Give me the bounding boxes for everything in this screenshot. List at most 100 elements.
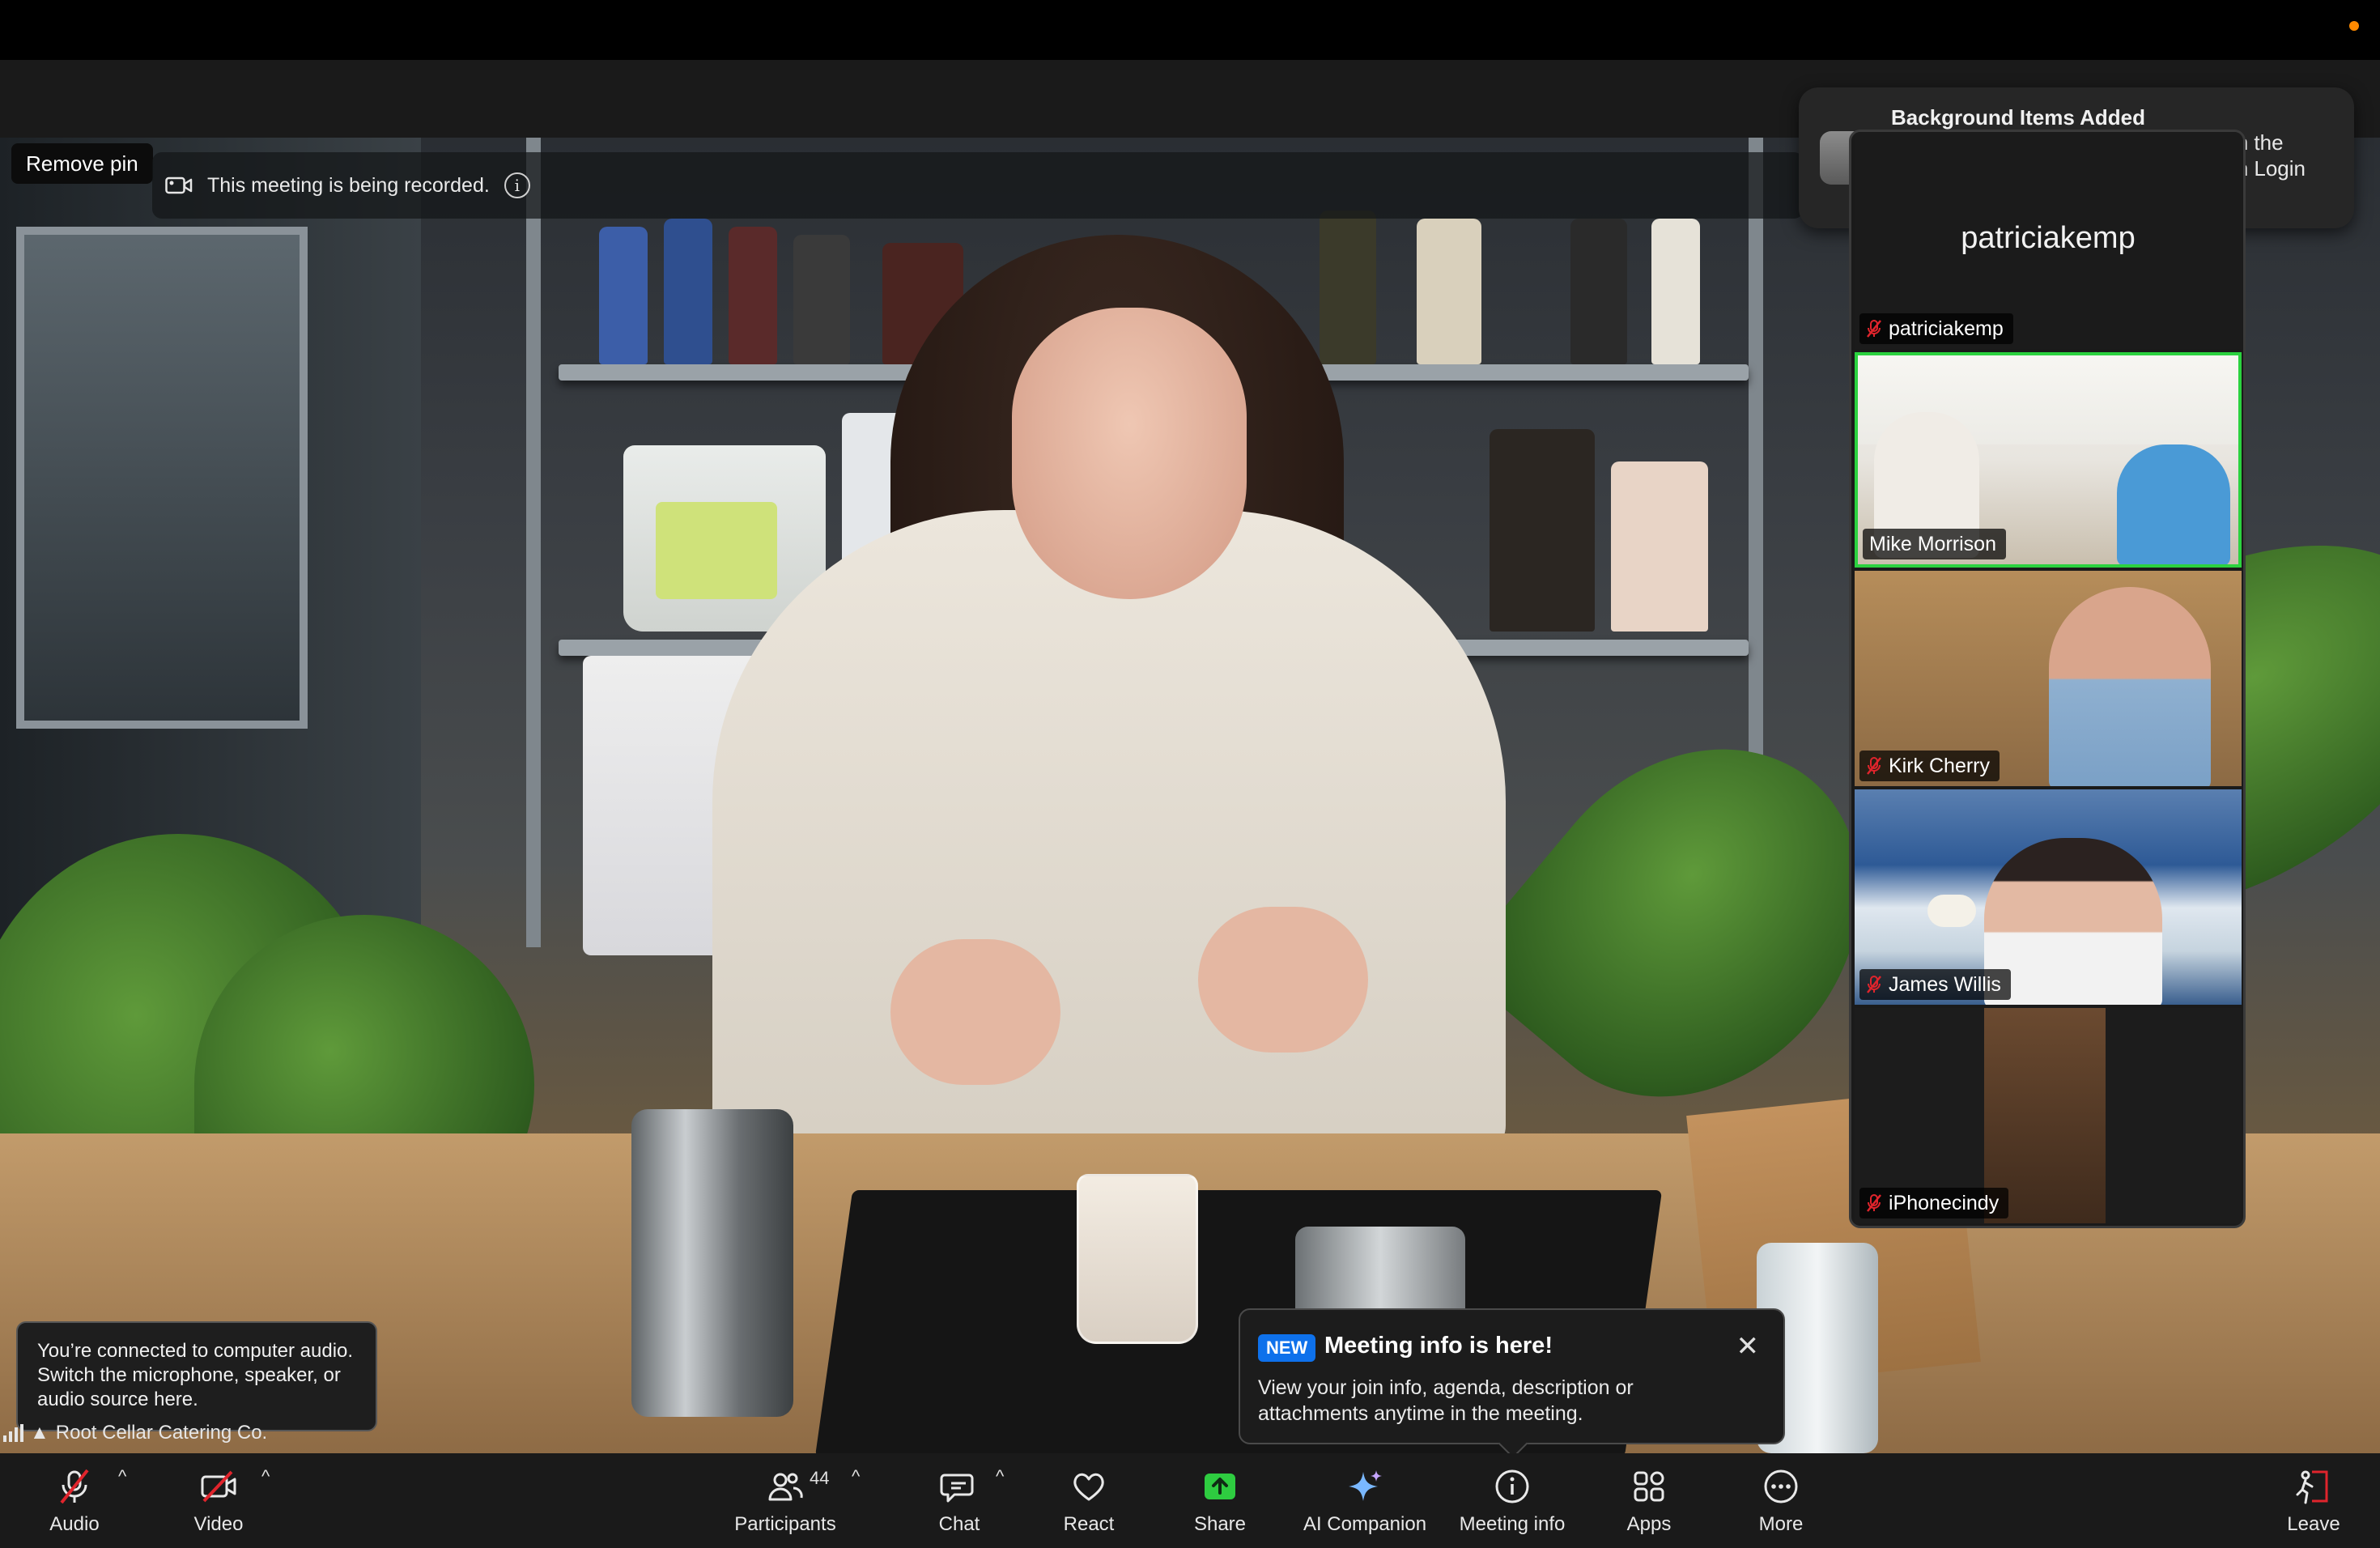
bottle [1651,219,1700,364]
close-icon[interactable]: ✕ [1736,1333,1760,1360]
chat-icon [939,1466,980,1507]
recording-text: This meeting is being recorded. [207,173,490,197]
participant-person [2117,444,2230,564]
presenter-hand [890,939,1060,1085]
react-button[interactable]: React [1044,1453,1133,1548]
participant-name: iPhonecindy [1889,1191,2000,1214]
audio-tooltip-text: You’re connected to computer audio. Swit… [37,1340,354,1410]
microphone-muted-icon [1867,757,1881,775]
video-label: Video [193,1512,244,1535]
zoom-meeting-window: Remove pin This meeting is being recorde… [0,0,2380,1548]
bottle [1417,219,1481,364]
more-label: More [1758,1512,1804,1535]
video-options-chevron-icon[interactable]: ^ [261,1466,270,1487]
organizer-label: ▲ Root Cellar Catering Co. [3,1422,267,1444]
meeting-toolbar: Audio ^ Video ^ Participants 44 ^ Chat ^ [0,1453,2380,1548]
presenter-face [1012,308,1247,599]
leave-icon [2293,1466,2334,1507]
heart-icon [1069,1466,1109,1507]
meeting-info-button[interactable]: Meeting info [1449,1453,1575,1548]
cocktail-shaker [631,1109,793,1417]
video-button[interactable]: Video [176,1453,261,1548]
notification-title: Background Items Added [1891,105,2145,130]
meeting-info-label: Meeting info [1459,1512,1566,1535]
participant-tile-kirk-cherry[interactable]: Kirk Cherry [1855,571,2242,786]
participant-tile-patriciakemp[interactable]: patriciakemp patriciakemp [1855,132,2242,349]
ai-companion-label: AI Companion [1303,1512,1427,1535]
participant-tile-james-willis[interactable]: James Willis [1855,789,2242,1005]
sparkle-icon [1345,1466,1385,1507]
popover-body: View your join info, agenda, description… [1258,1376,1634,1425]
microphone-muted-icon [1867,320,1881,338]
chat-button[interactable]: Chat [915,1453,1004,1548]
bottle [793,235,850,364]
participant-name: patriciakemp [1889,317,2004,340]
chat-options-chevron-icon[interactable]: ^ [996,1466,1004,1487]
share-label: Share [1193,1512,1247,1535]
cocktail-glass [1077,1174,1198,1344]
bottle [1320,211,1376,364]
remove-pin-button[interactable]: Remove pin [11,143,153,184]
jar [1611,461,1708,632]
ai-companion-button[interactable]: AI Companion [1294,1453,1436,1548]
recording-camera-icon [165,176,193,195]
new-badge: NEW [1258,1334,1316,1362]
presenter-body [712,510,1506,1158]
share-screen-icon [1200,1466,1240,1507]
title-bar [0,0,2380,60]
participant-tile-iphonecindy[interactable]: iPhonecindy [1855,1008,2242,1223]
audio-label: Audio [49,1512,100,1535]
leave-button[interactable]: Leave [2272,1453,2356,1548]
participant-tile-mike-morrison[interactable]: Mike Morrison [1855,352,2242,568]
presenter-hand [1198,907,1368,1053]
jug [1490,429,1595,632]
apps-label: Apps [1626,1512,1672,1535]
participants-count: 44 [810,1468,830,1488]
meeting-info-popover: NEW Meeting info is here! View your join… [1239,1308,1785,1459]
bottle [1570,219,1627,364]
chat-label: Chat [938,1512,980,1535]
participant-name-tag: Kirk Cherry [1859,751,2000,781]
participant-name-tag: iPhonecindy [1859,1188,2009,1218]
info-icon [1492,1466,1532,1507]
pin-icon: ▲ [30,1422,49,1444]
audio-options-chevron-icon[interactable]: ^ [118,1466,126,1487]
microphone-muted-icon [1867,976,1881,993]
audio-connected-tooltip: You’re connected to computer audio. Swit… [16,1321,377,1431]
apps-button[interactable]: Apps [1607,1453,1691,1548]
participant-name-tag: patriciakemp [1859,313,2013,344]
participants-icon [765,1466,805,1507]
more-button[interactable]: More [1739,1453,1823,1548]
microphone-muted-icon [1867,1194,1881,1212]
react-label: React [1063,1512,1115,1535]
participants-options-chevron-icon[interactable]: ^ [852,1466,860,1487]
signal-strength-icon [3,1424,23,1442]
bottle [664,219,712,364]
participant-name: Kirk Cherry [1889,754,1991,777]
video-background-window [16,227,308,729]
participant-name-tag: James Willis [1859,969,2011,1000]
leave-label: Leave [2287,1512,2340,1535]
recording-indicator-bar: This meeting is being recorded. i [152,152,1804,219]
shelf-post [526,138,541,947]
status-dot-icon [2349,21,2359,31]
participant-gallery-panel[interactable]: patriciakemp patriciakemp Mike Morrison … [1849,130,2246,1228]
participant-name: James Willis [1889,972,2001,996]
microphone-muted-icon [54,1466,95,1507]
audio-button[interactable]: Audio [32,1453,117,1548]
bottle [599,227,648,364]
recording-info-icon[interactable]: i [504,172,530,198]
share-button[interactable]: Share [1178,1453,1262,1548]
remove-pin-label: Remove pin [26,151,138,176]
bottle [729,227,777,364]
apps-icon [1629,1466,1669,1507]
organizer-name: Root Cellar Catering Co. [55,1422,268,1444]
participant-name-tag: Mike Morrison [1863,529,2006,559]
participants-button[interactable]: Participants [720,1453,850,1548]
more-icon [1761,1466,1801,1507]
video-off-icon [198,1466,239,1507]
participant-name: Mike Morrison [1869,532,1996,555]
participant-avatar-name: patriciakemp [1961,221,2136,255]
participants-label: Participants [734,1512,836,1535]
bucket-label [656,502,777,599]
